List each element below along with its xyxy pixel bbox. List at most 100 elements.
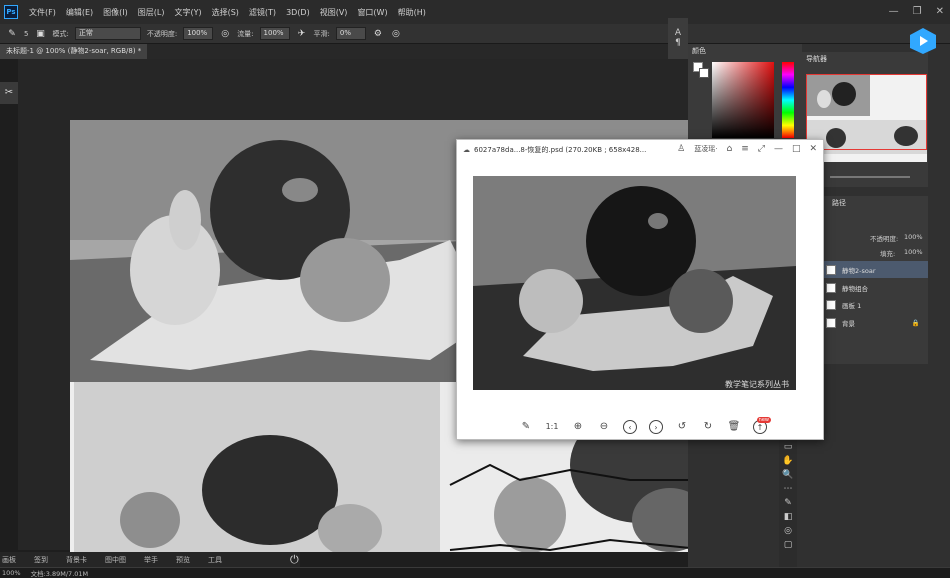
viewer-account[interactable]: 蓝凌瑶· — [694, 144, 717, 154]
bottom-tab[interactable]: 图中图 — [105, 555, 126, 565]
mini-dock: A ¶ — [668, 18, 688, 60]
layer-opacity-label: 不透明度: — [870, 235, 899, 243]
document-tab[interactable]: 未标题-1 @ 100% (静物2-soar, RGB/8) * — [0, 44, 148, 59]
app-brand-icon — [910, 28, 936, 54]
character-panel-icon[interactable]: A — [668, 28, 688, 38]
actual-size-button[interactable]: 1:1 — [545, 420, 559, 434]
opacity-field[interactable]: 100% — [183, 27, 214, 40]
layer-row[interactable]: 静物2-soar — [822, 261, 928, 278]
layer-opacity-field[interactable]: 100% — [904, 233, 923, 241]
bottom-tab[interactable]: 签到 — [34, 555, 48, 565]
minimize-icon[interactable]: — — [889, 6, 899, 17]
image-viewer-window: ☁ 6027a78da...8-恢复的.psd (270.20KB ; 658x… — [456, 139, 824, 440]
layer-row[interactable]: 静物组合 — [822, 279, 928, 296]
airbrush-icon[interactable]: ✈ — [296, 28, 308, 40]
brush-panel-icon[interactable]: ▣ — [34, 28, 46, 40]
smooth-field[interactable]: 0% — [335, 27, 366, 40]
brush-tool-icon[interactable]: ✎ — [6, 28, 18, 40]
power-icon[interactable]: ⏻ — [290, 553, 299, 567]
pressure-size-icon[interactable]: ◎ — [390, 28, 402, 40]
layer-row[interactable]: 背景 🔒 — [822, 314, 928, 331]
menu-help[interactable]: 帮助(H) — [393, 7, 431, 18]
layer-thumbnail — [826, 317, 836, 328]
menu-image[interactable]: 图像(I) — [98, 7, 133, 18]
bottom-tab[interactable]: 工具 — [208, 555, 222, 565]
rotate-left-icon[interactable]: ↺ — [675, 420, 689, 434]
color-swatch-icon[interactable]: ◧ — [779, 510, 797, 524]
viewer-controls: ♙ 蓝凌瑶· ⌂ ≡ ⤢ — □ ✕ — [677, 144, 817, 154]
edit-toolbar-icon[interactable]: ✎ — [779, 496, 797, 510]
maximize-icon[interactable]: □ — [792, 144, 801, 154]
tools-icon[interactable]: ✂ — [0, 82, 18, 104]
layer-thumbnail — [826, 282, 836, 293]
menu-filter[interactable]: 滤镜(T) — [244, 7, 281, 18]
bottom-tab[interactable]: 背景卡 — [66, 555, 87, 565]
close-icon[interactable]: ✕ — [936, 6, 944, 17]
edit-icon[interactable]: ✎ — [519, 420, 533, 434]
background-color-swatch[interactable] — [699, 68, 709, 78]
navigator-zoom-slider[interactable] — [830, 176, 910, 178]
menu-bar: Ps 文件(F) 编辑(E) 图像(I) 图层(L) 文字(Y) 选择(S) 滤… — [0, 0, 950, 24]
menu-edit[interactable]: 编辑(E) — [61, 7, 98, 18]
shirt-icon[interactable]: ♙ — [677, 144, 685, 154]
flow-field[interactable]: 100% — [259, 27, 290, 40]
rotate-right-icon[interactable]: ↻ — [701, 420, 715, 434]
layer-thumbnail — [826, 299, 836, 310]
hue-slider[interactable] — [782, 62, 794, 138]
status-bar: 100% 文档:3.89M/7.01M — [0, 567, 950, 578]
viewer-toolbar: ✎ 1:1 ⊕ ⊖ ‹ › ↺ ↻ 🗑 ↑ — [519, 420, 767, 434]
minimize-icon[interactable]: — — [774, 144, 783, 154]
layer-row[interactable]: 画板 1 — [822, 296, 928, 313]
viewer-watermark: 教学笔记系列丛书 — [725, 380, 789, 389]
bottom-tab[interactable]: 画板 — [2, 555, 16, 565]
viewer-file-title: 6027a78da...8-恢复的.psd (270.20KB ; 658x42… — [474, 146, 647, 154]
smooth-label: 平滑: — [313, 29, 330, 38]
previous-icon[interactable]: ‹ — [623, 420, 637, 434]
close-icon[interactable]: ✕ — [809, 144, 817, 154]
restore-icon[interactable]: ❐ — [913, 6, 922, 17]
delete-icon[interactable]: 🗑 — [727, 420, 741, 434]
new-badge: new — [756, 417, 771, 423]
next-icon[interactable]: › — [649, 420, 663, 434]
status-zoom[interactable]: 100% — [2, 569, 21, 577]
lock-icon: 🔒 — [911, 318, 920, 327]
hand-tool-icon[interactable]: ✋ — [779, 454, 797, 468]
layer-name: 静物2-soar — [842, 266, 876, 275]
zoom-tool-icon[interactable]: 🔍 — [779, 468, 797, 482]
menu-type[interactable]: 文字(Y) — [169, 7, 206, 18]
gear-icon[interactable]: ⚙ — [372, 28, 384, 40]
viewer-image[interactable] — [473, 176, 796, 390]
menu-layer[interactable]: 图层(L) — [133, 7, 170, 18]
more-tools-icon[interactable]: ⋯ — [779, 482, 797, 496]
navigator-view-frame[interactable] — [806, 74, 927, 150]
rectangle-tool-icon[interactable]: ▭ — [779, 440, 797, 454]
pin-icon[interactable]: ⌂ — [726, 144, 732, 154]
color-picker-field[interactable] — [712, 62, 774, 138]
menu-view[interactable]: 视图(V) — [315, 7, 353, 18]
navigator-panel-tab[interactable]: 导航器 — [806, 54, 827, 64]
screen-mode-icon[interactable]: ▢ — [779, 538, 797, 552]
zoom-out-icon[interactable]: ⊖ — [597, 420, 611, 434]
opacity-label: 不透明度: — [146, 29, 178, 38]
pressure-opacity-icon[interactable]: ◎ — [219, 28, 231, 40]
bottom-tab[interactable]: 预览 — [176, 555, 190, 565]
layer-name: 背景 — [842, 319, 855, 328]
mode-select[interactable]: 正常 — [74, 27, 141, 40]
menu-select[interactable]: 选择(S) — [207, 7, 244, 18]
layer-fill-field[interactable]: 100% — [904, 248, 923, 256]
menu-window[interactable]: 窗口(W) — [352, 7, 392, 18]
menu-3d[interactable]: 3D(D) — [281, 8, 315, 17]
mode-label: 模式: — [52, 29, 69, 38]
bottom-tab-bar: 画板 签到 背景卡 图中图 举手 预览 工具 — [0, 552, 300, 567]
layer-fill-label: 填充: — [880, 250, 896, 258]
bottom-tab[interactable]: 举手 — [144, 555, 158, 565]
color-panel-tab[interactable]: 颜色 — [692, 46, 706, 56]
brush-size[interactable]: 5 — [24, 30, 28, 38]
quick-mask-icon[interactable]: ◎ — [779, 524, 797, 538]
menu-icon[interactable]: ≡ — [741, 144, 749, 154]
zoom-in-icon[interactable]: ⊕ — [571, 420, 585, 434]
menu-file[interactable]: 文件(F) — [24, 7, 61, 18]
paths-panel-tab[interactable]: 路径 — [832, 198, 846, 208]
fullscreen-icon[interactable]: ⤢ — [758, 144, 765, 154]
paragraph-panel-icon[interactable]: ¶ — [668, 38, 688, 48]
